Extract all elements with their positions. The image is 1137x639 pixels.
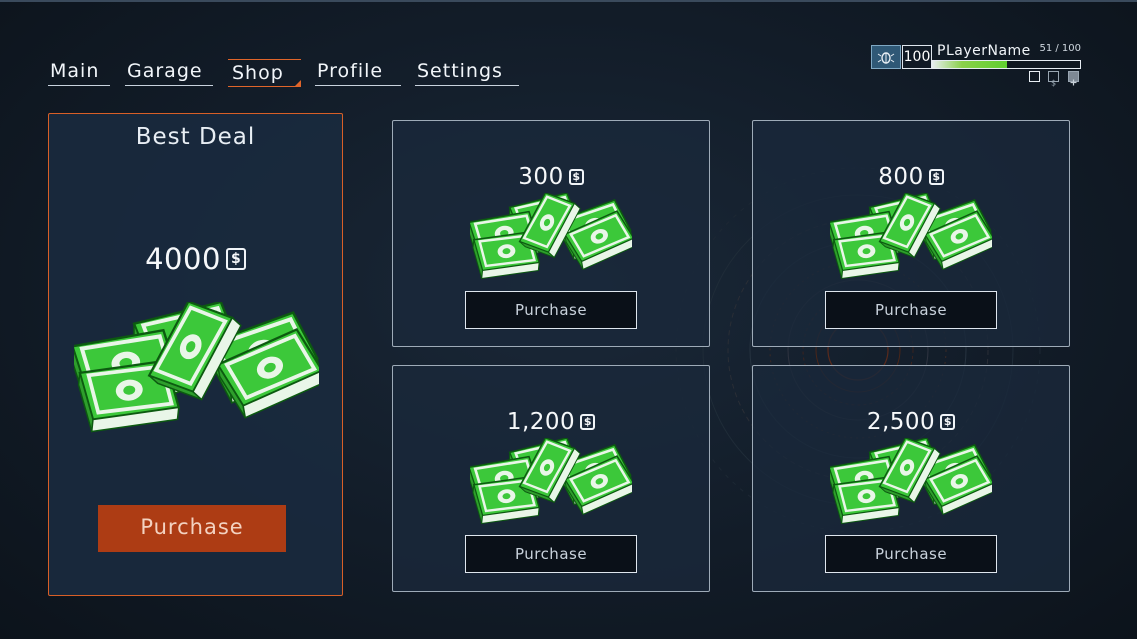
offer-card: 1,200 $ Purchase xyxy=(392,365,710,592)
xp-text: 51 / 100 xyxy=(1039,43,1081,54)
plus-icon[interactable] xyxy=(1068,71,1079,86)
tab-shop-label: Shop xyxy=(232,62,284,84)
offer-price: 2,500 $ xyxy=(753,408,1069,435)
xp-bar xyxy=(931,60,1081,69)
square-icon[interactable] xyxy=(1029,71,1040,82)
cash-stack-icon xyxy=(74,302,319,447)
cash-stack-icon xyxy=(830,193,992,281)
purchase-button[interactable]: Purchase xyxy=(825,535,997,573)
tab-settings[interactable]: Settings xyxy=(415,58,519,86)
xp-bar-fill xyxy=(932,61,1008,68)
player-level: 100 xyxy=(902,45,932,69)
offer-amount: 1,200 xyxy=(506,408,576,435)
offer-price: 1,200 $ xyxy=(393,408,709,435)
best-deal-purchase-button[interactable]: Purchase xyxy=(98,505,286,552)
best-deal-price: 4000 $ xyxy=(49,240,342,276)
offer-amount: 2,500 xyxy=(866,408,936,435)
bug-icon[interactable] xyxy=(871,45,901,69)
tab-garage[interactable]: Garage xyxy=(125,58,213,86)
best-deal-card: Best Deal 4000 $ Purchase xyxy=(48,113,343,596)
top-border xyxy=(0,0,1137,2)
tab-settings-label: Settings xyxy=(417,60,503,82)
dollar-icon: $ xyxy=(940,413,956,430)
tab-profile-label: Profile xyxy=(317,60,384,82)
tab-shop[interactable]: Shop xyxy=(228,59,301,87)
cash-stack-icon xyxy=(470,438,632,526)
player-name: PLayerName xyxy=(937,43,1031,59)
cash-stack-icon xyxy=(830,438,992,526)
svg-text:$: $ xyxy=(1051,79,1056,88)
best-deal-amount: 4000 xyxy=(145,242,221,276)
offer-card: 2,500 $ Purchase xyxy=(752,365,1070,592)
active-tab-corner xyxy=(295,80,301,86)
offer-price: 300 $ xyxy=(393,163,709,190)
purchase-button[interactable]: Purchase xyxy=(465,535,637,573)
offer-price: 800 $ xyxy=(753,163,1069,190)
tab-profile[interactable]: Profile xyxy=(315,58,401,86)
dollar-icon: $ xyxy=(568,168,584,185)
dollar-icon: $ xyxy=(225,248,246,270)
best-deal-title: Best Deal xyxy=(135,124,256,150)
tab-main[interactable]: Main xyxy=(48,58,110,86)
offer-card: 800 $ Purchase xyxy=(752,120,1070,347)
dollar-small-icon[interactable]: $ xyxy=(1048,71,1059,88)
purchase-button[interactable]: Purchase xyxy=(825,291,997,329)
cash-stack-icon xyxy=(470,193,632,281)
purchase-button[interactable]: Purchase xyxy=(465,291,637,329)
offer-amount: 300 xyxy=(518,163,564,190)
offer-amount: 800 xyxy=(878,163,924,190)
offer-card: 300 $ Purchase xyxy=(392,120,710,347)
dollar-icon: $ xyxy=(580,413,596,430)
player-hud: 100 PLayerName 51 / 100 $ xyxy=(871,43,1083,88)
tab-main-label: Main xyxy=(50,60,100,82)
tab-garage-label: Garage xyxy=(127,60,203,82)
dollar-icon: $ xyxy=(928,168,944,185)
